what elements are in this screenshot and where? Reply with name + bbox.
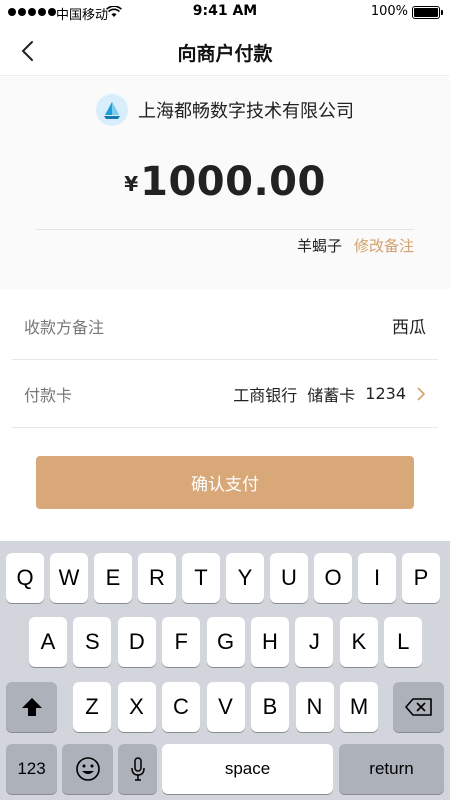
key-k[interactable]: K: [339, 617, 378, 667]
key-m[interactable]: M: [340, 682, 378, 732]
key-c[interactable]: C: [162, 682, 200, 732]
microphone-icon: [130, 757, 145, 781]
shift-icon: [21, 698, 42, 716]
currency-symbol: ¥: [124, 172, 139, 196]
key-q[interactable]: Q: [6, 553, 44, 603]
return-key-label: return: [369, 759, 414, 778]
key-i[interactable]: I: [358, 553, 396, 603]
space-key-label: space: [224, 759, 271, 778]
card-bank: 工商银行: [233, 385, 298, 405]
payment-card-value: 工商银行 储蓄卡 1234: [233, 382, 426, 406]
key-j[interactable]: J: [295, 617, 334, 667]
payee-remark-value: 西瓜: [392, 318, 426, 338]
card-type: 储蓄卡: [307, 385, 356, 405]
numbers-key-label: 123: [17, 759, 46, 778]
nav-bar: 向商户付款: [0, 26, 450, 76]
payment-card-label: 付款卡: [24, 385, 73, 405]
confirm-payment-button[interactable]: 确认支付: [36, 456, 414, 509]
payment-amount: ¥1000.00: [0, 159, 450, 205]
numbers-key[interactable]: 123: [6, 744, 57, 794]
backspace-icon: [404, 698, 432, 716]
page-title: 向商户付款: [177, 43, 273, 65]
key-n[interactable]: N: [295, 682, 334, 732]
key-u[interactable]: U: [270, 553, 308, 603]
card-last4: 1234: [365, 384, 406, 403]
key-g[interactable]: G: [206, 617, 245, 667]
key-p[interactable]: P: [402, 553, 440, 603]
key-o[interactable]: O: [314, 553, 352, 603]
space-key[interactable]: space: [162, 744, 333, 794]
key-t[interactable]: T: [182, 553, 220, 603]
key-x[interactable]: X: [117, 682, 156, 732]
payment-summary: 上海都畅数字技术有限公司 ¥1000.00 羊蝎子 修改备注: [0, 77, 450, 289]
chevron-right-icon: [417, 386, 426, 401]
key-e[interactable]: E: [94, 553, 132, 603]
merchant-name: 上海都畅数字技术有限公司: [138, 101, 354, 122]
payment-card-row[interactable]: 付款卡 工商银行 储蓄卡 1234: [12, 360, 438, 428]
key-v[interactable]: V: [206, 682, 245, 732]
key-l[interactable]: L: [384, 617, 423, 667]
merchant-logo-icon: [96, 94, 128, 126]
key-f[interactable]: F: [162, 617, 201, 667]
key-b[interactable]: B: [251, 682, 289, 732]
payee-remark-label: 收款方备注: [24, 317, 105, 337]
key-w[interactable]: W: [50, 553, 88, 603]
merchant-info: 上海都畅数字技术有限公司: [0, 94, 450, 126]
emoji-icon: [75, 757, 100, 781]
payer-name: 羊蝎子: [296, 237, 342, 255]
battery-percent: 100%: [370, 4, 408, 19]
status-bar: 中国移动 9:41 AM 100%: [0, 0, 450, 26]
key-a[interactable]: A: [29, 617, 67, 667]
key-y[interactable]: Y: [226, 553, 264, 603]
dictation-key[interactable]: [118, 744, 157, 794]
key-d[interactable]: D: [117, 617, 156, 667]
shift-key[interactable]: [6, 682, 57, 732]
payee-remark-row: 收款方备注 西瓜: [12, 292, 438, 360]
emoji-key[interactable]: [62, 744, 113, 794]
amount-value: 1000.00: [140, 159, 326, 205]
key-r[interactable]: R: [138, 553, 176, 603]
edit-note-link[interactable]: 修改备注: [354, 235, 414, 256]
key-z[interactable]: Z: [73, 682, 111, 732]
battery-icon: [412, 6, 443, 19]
payer-note-row: 羊蝎子 修改备注: [297, 235, 414, 256]
key-h[interactable]: H: [251, 617, 289, 667]
delete-key[interactable]: [393, 682, 444, 732]
key-s[interactable]: S: [73, 617, 112, 667]
keyboard: 123 space return QWERTYUOIP ASDFGHJKL ZXCV…: [0, 541, 450, 800]
return-key[interactable]: return: [339, 744, 444, 794]
divider: [36, 229, 414, 230]
